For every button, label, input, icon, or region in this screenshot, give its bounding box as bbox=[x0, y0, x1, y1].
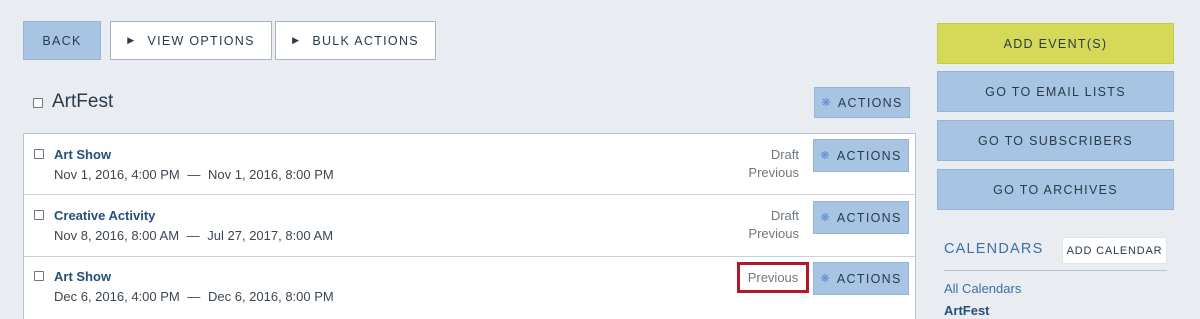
event-title-link[interactable]: Art Show bbox=[54, 269, 111, 284]
email-lists-button[interactable]: GO TO EMAIL LISTS bbox=[937, 71, 1174, 112]
event-row: Creative Activity Nov 8, 2016, 8:00 AM —… bbox=[24, 196, 915, 257]
event-actions-label: ACTIONS bbox=[836, 148, 902, 163]
calendar-link-artfest[interactable]: ArtFest bbox=[944, 303, 990, 318]
add-events-button[interactable]: ADD EVENT(S) bbox=[937, 23, 1174, 64]
event-date-range: Dec 6, 2016, 4:00 PM — Dec 6, 2016, 8:00… bbox=[54, 289, 334, 304]
play-triangle-icon: ▶ bbox=[292, 35, 301, 45]
status-draft: Draft bbox=[770, 208, 799, 223]
date-separator: — bbox=[187, 289, 201, 304]
event-actions-button[interactable]: ❋ ACTIONS bbox=[813, 139, 909, 172]
back-button-label: BACK bbox=[42, 33, 82, 48]
event-checkbox[interactable] bbox=[34, 271, 44, 281]
event-checkbox[interactable] bbox=[34, 210, 44, 220]
event-row: Art Show Nov 1, 2016, 4:00 PM — Nov 1, 2… bbox=[24, 134, 915, 195]
event-status: Draft Previous bbox=[748, 207, 799, 243]
divider bbox=[944, 270, 1167, 271]
bulk-actions-label: BULK ACTIONS bbox=[312, 33, 419, 48]
date-separator: — bbox=[186, 228, 200, 243]
event-end: Nov 1, 2016, 8:00 PM bbox=[208, 167, 334, 182]
bulk-actions-button[interactable]: ▶ BULK ACTIONS bbox=[275, 21, 436, 60]
event-start: Nov 8, 2016, 8:00 AM bbox=[54, 228, 180, 243]
calendar-link-all[interactable]: All Calendars bbox=[944, 281, 1021, 296]
add-calendar-button[interactable]: ADD CALENDAR bbox=[1062, 237, 1167, 264]
select-all-checkbox[interactable] bbox=[33, 98, 43, 108]
status-draft: Draft bbox=[770, 147, 799, 162]
gear-icon: ❋ bbox=[820, 273, 831, 285]
event-actions-label: ACTIONS bbox=[836, 210, 902, 225]
status-previous: Previous bbox=[748, 165, 799, 180]
play-triangle-icon: ▶ bbox=[127, 35, 136, 45]
event-actions-button[interactable]: ❋ ACTIONS bbox=[813, 262, 909, 295]
archives-label: GO TO ARCHIVES bbox=[993, 182, 1118, 197]
email-lists-label: GO TO EMAIL LISTS bbox=[985, 84, 1126, 99]
calendar-actions-label: ACTIONS bbox=[837, 95, 903, 110]
event-end: Jul 27, 2017, 8:00 AM bbox=[207, 228, 334, 243]
subscribers-label: GO TO SUBSCRIBERS bbox=[977, 133, 1133, 148]
event-end: Dec 6, 2016, 8:00 PM bbox=[208, 289, 334, 304]
event-title-link[interactable]: Creative Activity bbox=[54, 208, 155, 223]
calendars-heading: CALENDARS bbox=[944, 241, 1044, 257]
event-actions-label: ACTIONS bbox=[836, 271, 902, 286]
calendar-title: ArtFest bbox=[52, 91, 114, 112]
back-button[interactable]: BACK bbox=[23, 21, 101, 60]
event-status: Draft Previous bbox=[748, 146, 799, 182]
event-title-link[interactable]: Art Show bbox=[54, 147, 111, 162]
gear-icon: ❋ bbox=[820, 150, 831, 162]
event-date-range: Nov 8, 2016, 8:00 AM — Jul 27, 2017, 8:0… bbox=[54, 228, 333, 243]
gear-icon: ❋ bbox=[821, 97, 832, 109]
date-separator: — bbox=[187, 167, 201, 182]
event-start: Dec 6, 2016, 4:00 PM bbox=[54, 289, 180, 304]
archives-button[interactable]: GO TO ARCHIVES bbox=[937, 169, 1174, 210]
subscribers-button[interactable]: GO TO SUBSCRIBERS bbox=[937, 120, 1174, 161]
gear-icon: ❋ bbox=[820, 212, 831, 224]
event-start: Nov 1, 2016, 4:00 PM bbox=[54, 167, 180, 182]
add-events-label: ADD EVENT(S) bbox=[1003, 36, 1108, 51]
event-actions-button[interactable]: ❋ ACTIONS bbox=[813, 201, 909, 234]
event-date-range: Nov 1, 2016, 4:00 PM — Nov 1, 2016, 8:00… bbox=[54, 167, 334, 182]
view-options-button[interactable]: ▶ VIEW OPTIONS bbox=[110, 21, 272, 60]
status-previous: Previous bbox=[748, 226, 799, 241]
calendar-actions-button[interactable]: ❋ ACTIONS bbox=[814, 87, 910, 118]
view-options-label: VIEW OPTIONS bbox=[147, 33, 255, 48]
event-checkbox[interactable] bbox=[34, 149, 44, 159]
status-previous-highlighted[interactable]: Previous bbox=[737, 262, 809, 293]
